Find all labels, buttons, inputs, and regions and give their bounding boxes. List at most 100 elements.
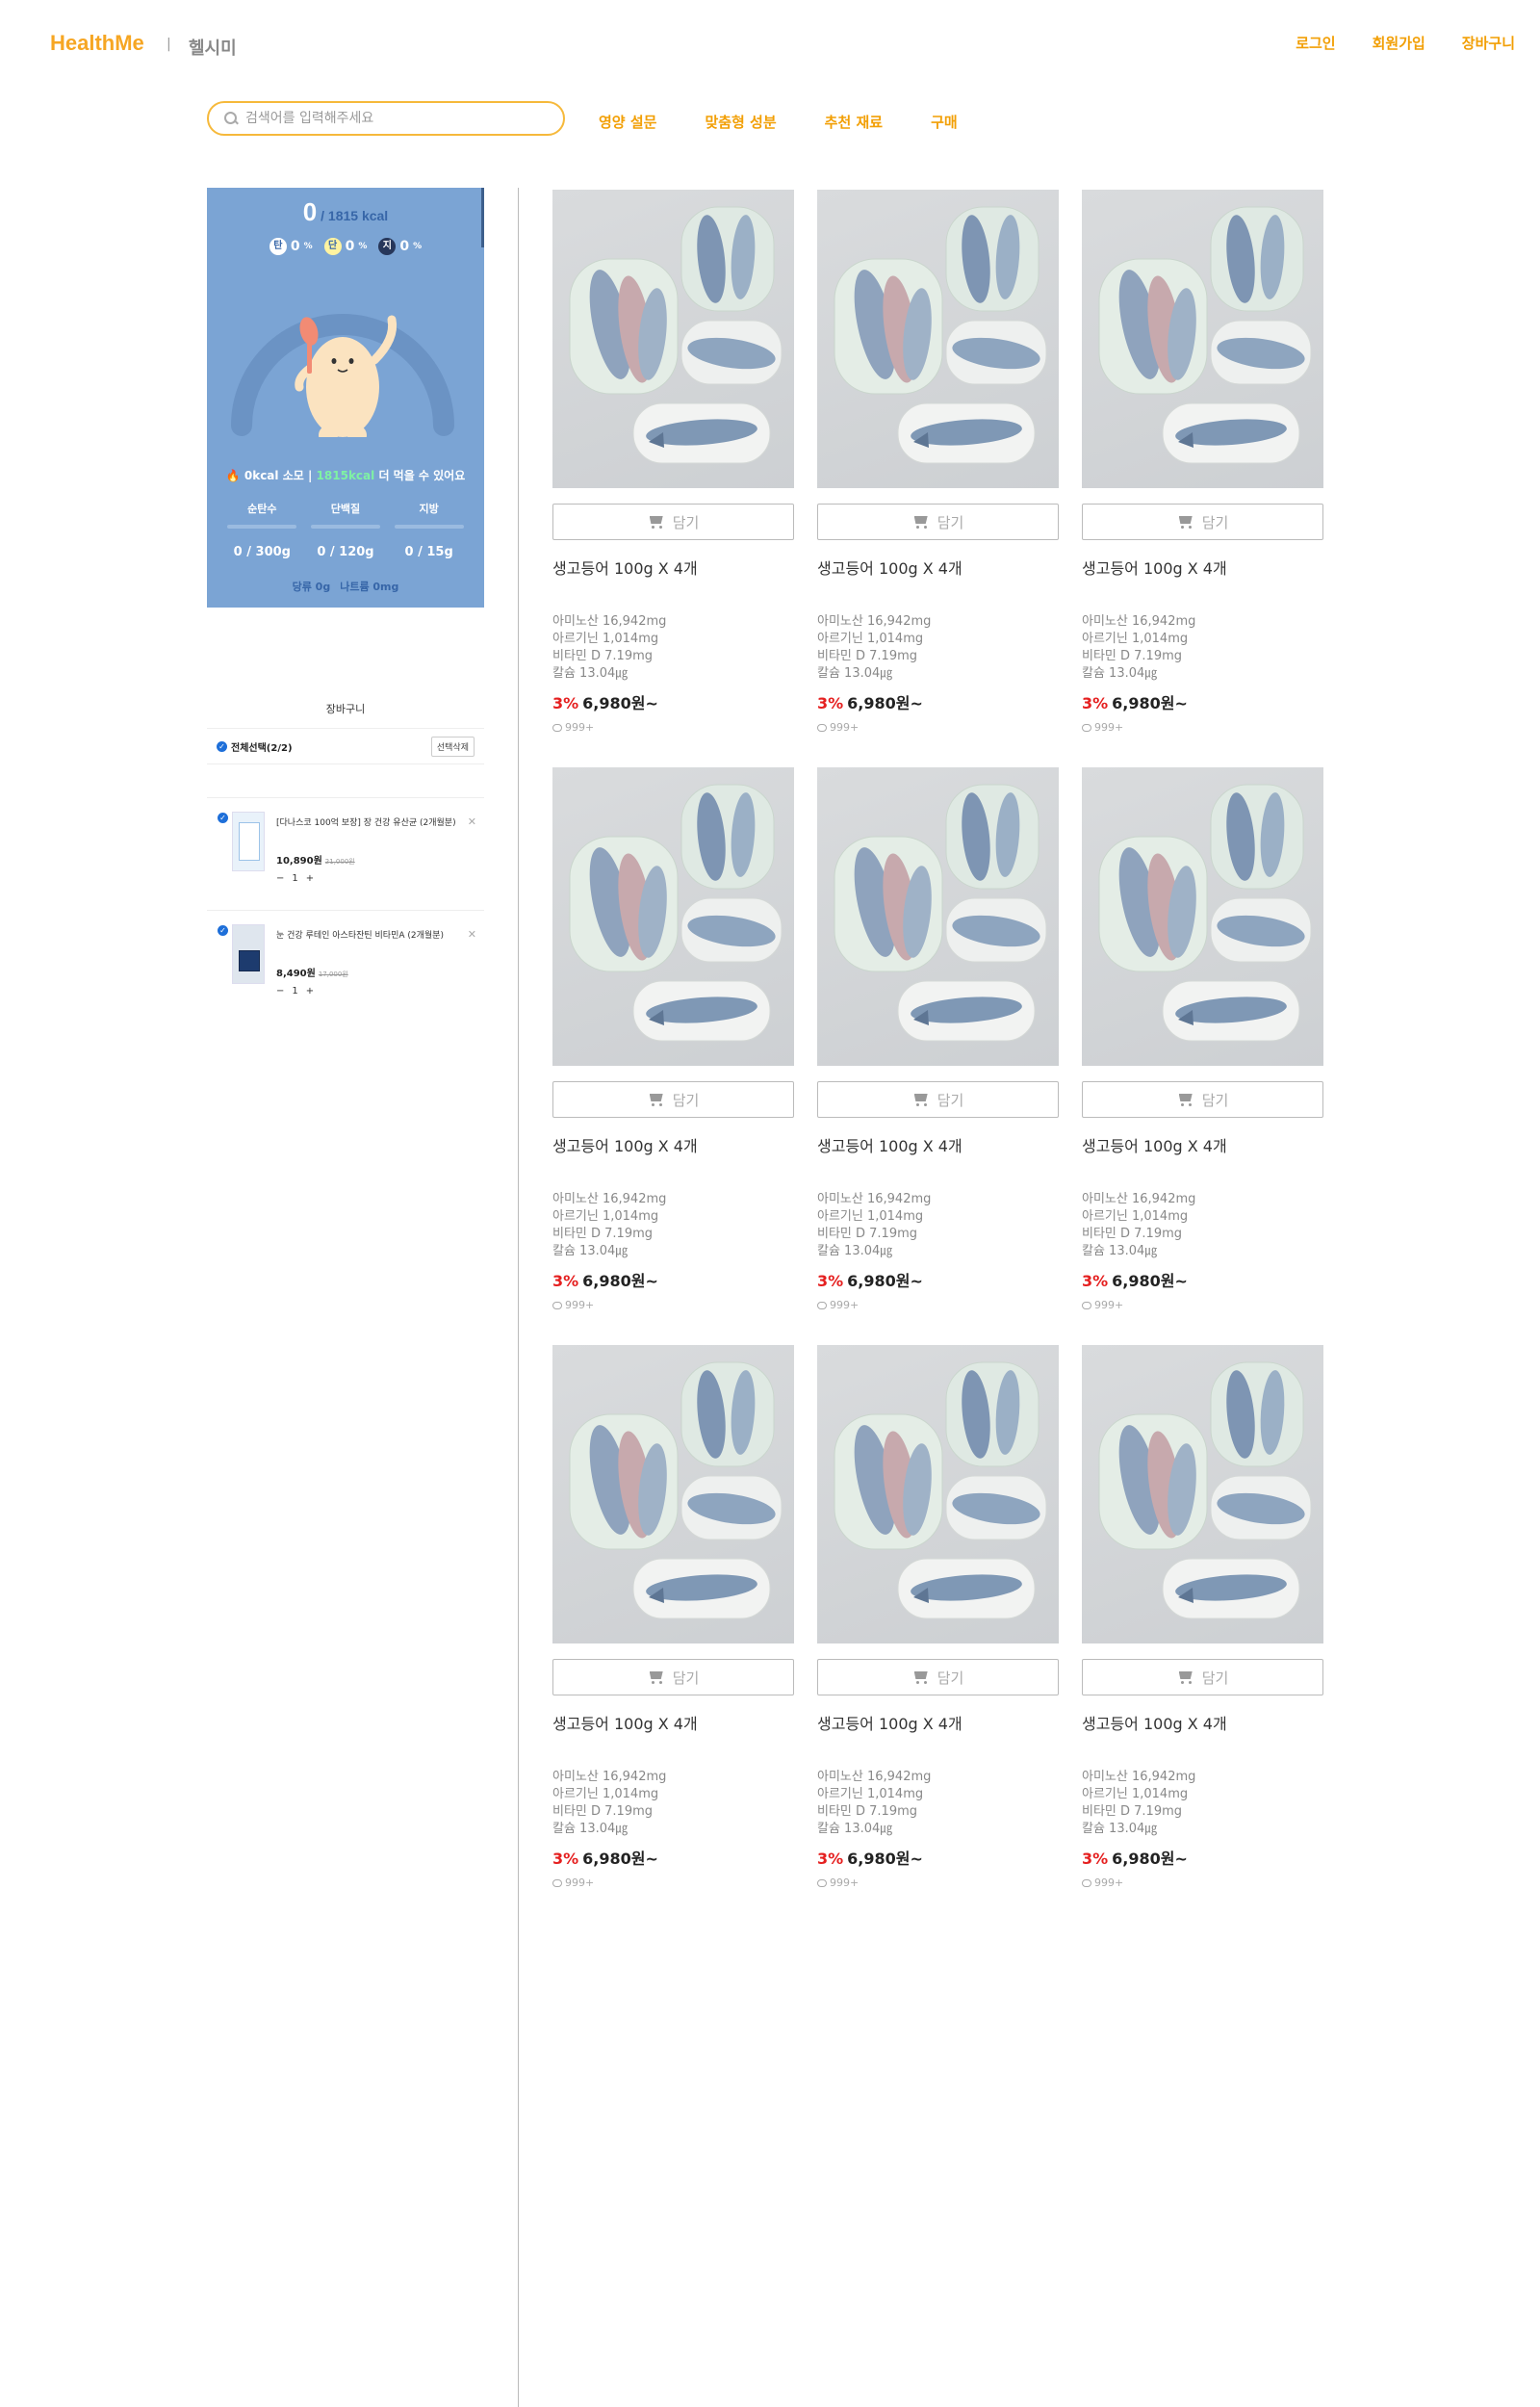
search-bar[interactable] bbox=[207, 101, 565, 136]
cart-link[interactable]: 장바구니 bbox=[1462, 33, 1515, 53]
check-icon: ✓ bbox=[217, 740, 227, 752]
mackerel-photo bbox=[1098, 1361, 1312, 1619]
price-value: 6,980원~ bbox=[1112, 1272, 1188, 1290]
review-count[interactable]: 999+ bbox=[817, 1299, 859, 1311]
comment-icon bbox=[817, 1878, 827, 1887]
review-count-value: 999+ bbox=[1094, 1299, 1124, 1311]
logo[interactable]: HealthMe bbox=[50, 31, 144, 56]
price-value: 6,980원~ bbox=[847, 1850, 923, 1868]
nutrient-line: 아미노산 16,942mg bbox=[1082, 614, 1196, 629]
review-count[interactable]: 999+ bbox=[552, 721, 594, 734]
review-count[interactable]: 999+ bbox=[552, 1876, 594, 1889]
signup-link[interactable]: 회원가입 bbox=[1373, 33, 1425, 53]
product-image[interactable] bbox=[552, 1345, 794, 1643]
product-image[interactable] bbox=[552, 190, 794, 488]
product-title[interactable]: 생고등어 100g X 4개 bbox=[552, 1133, 698, 1156]
product-title[interactable]: 생고등어 100g X 4개 bbox=[817, 1711, 962, 1734]
carb-ratio-value: 0 bbox=[290, 239, 300, 254]
product-image[interactable] bbox=[1082, 1345, 1323, 1643]
add-to-cart-button[interactable]: 담기 bbox=[1082, 504, 1323, 540]
increase-button[interactable]: + bbox=[306, 986, 314, 996]
increase-button[interactable]: + bbox=[306, 873, 314, 884]
add-to-cart-label: 담기 bbox=[672, 1669, 700, 1687]
search-input[interactable] bbox=[245, 111, 534, 126]
product-image[interactable] bbox=[817, 190, 1059, 488]
comment-icon bbox=[817, 723, 827, 732]
nav-custom-ingredients[interactable]: 맞춤형 성분 bbox=[705, 112, 776, 132]
product-price: 3% 6,980원~ bbox=[1082, 690, 1188, 713]
decrease-button[interactable]: − bbox=[276, 873, 284, 884]
cart-item-price-value: 10,890원 bbox=[276, 856, 322, 867]
item-checkbox[interactable]: ✓ bbox=[218, 925, 228, 936]
select-all-checkbox[interactable]: ✓ 전체선택(2/2) bbox=[217, 739, 293, 754]
product-image[interactable] bbox=[1082, 190, 1323, 488]
burned-kcal: 0kcal 소모 bbox=[244, 469, 304, 482]
add-to-cart-button[interactable]: 담기 bbox=[1082, 1081, 1323, 1118]
remove-item-icon[interactable]: ✕ bbox=[468, 815, 476, 828]
nutrient-line: 비타민 D 7.19mg bbox=[1082, 1227, 1183, 1241]
logo-korean[interactable]: 헬시미 bbox=[189, 35, 237, 60]
review-count[interactable]: 999+ bbox=[817, 1876, 859, 1889]
decrease-button[interactable]: − bbox=[276, 986, 284, 996]
nutrient-line: 칼슘 13.04㎍ bbox=[552, 666, 629, 681]
nav-nutrition-survey[interactable]: 영양 설문 bbox=[599, 112, 656, 132]
nutrient-line: 아미노산 16,942mg bbox=[1082, 1192, 1196, 1206]
cart-item-name[interactable]: 눈 건강 루테인 아스타잔틴 비타민A (2개월분) bbox=[276, 928, 459, 941]
mackerel-photo bbox=[1098, 206, 1312, 464]
nutrient-line: 비타민 D 7.19mg bbox=[1082, 649, 1183, 663]
item-checkbox[interactable]: ✓ bbox=[218, 813, 228, 823]
macro-value: 0 / 300g bbox=[233, 545, 291, 559]
cart-icon bbox=[1177, 1093, 1194, 1106]
product-nutrients: 아미노산 16,942mg 아르기닌 1,014mg 비타민 D 7.19mg … bbox=[817, 613, 931, 683]
review-count[interactable]: 999+ bbox=[817, 721, 859, 734]
add-to-cart-button[interactable]: 담기 bbox=[817, 504, 1059, 540]
product-price: 3% 6,980원~ bbox=[552, 1846, 658, 1869]
macro-value: 0 / 120g bbox=[317, 545, 374, 559]
nav-purchase[interactable]: 구매 bbox=[931, 112, 958, 132]
product-thumbnail[interactable] bbox=[232, 812, 265, 871]
product-image[interactable] bbox=[552, 767, 794, 1066]
review-count[interactable]: 999+ bbox=[1082, 1299, 1123, 1311]
macro-label: 지방 bbox=[419, 503, 439, 515]
product-title[interactable]: 생고등어 100g X 4개 bbox=[1082, 1711, 1227, 1734]
delete-selected-button[interactable]: 선택삭제 bbox=[430, 736, 475, 757]
add-to-cart-label: 담기 bbox=[937, 1091, 964, 1109]
comment-icon bbox=[552, 1878, 562, 1887]
comment-icon bbox=[1082, 723, 1091, 732]
protein-badge: 단 bbox=[323, 238, 342, 255]
mackerel-photo bbox=[1098, 784, 1312, 1042]
cart-icon bbox=[1177, 515, 1194, 529]
product-title[interactable]: 생고등어 100g X 4개 bbox=[817, 1133, 962, 1156]
macro-bar bbox=[227, 525, 297, 529]
add-to-cart-button[interactable]: 담기 bbox=[552, 1659, 794, 1695]
cart-icon bbox=[912, 1093, 930, 1106]
product-thumbnail[interactable] bbox=[232, 924, 265, 984]
cart-icon bbox=[912, 515, 930, 529]
product-title[interactable]: 생고등어 100g X 4개 bbox=[552, 1711, 698, 1734]
remove-item-icon[interactable]: ✕ bbox=[468, 928, 476, 941]
review-count[interactable]: 999+ bbox=[1082, 1876, 1123, 1889]
add-to-cart-button[interactable]: 담기 bbox=[1082, 1659, 1323, 1695]
nutrient-line: 아르기닌 1,014mg bbox=[1082, 1209, 1189, 1224]
main-nav: 영양 설문 맞춤형 성분 추천 재료 구매 bbox=[599, 112, 958, 132]
cart-item: ✓ [다나스코 100억 보장] 장 건강 유산균 (2개월분) ✕ 10,89… bbox=[207, 797, 484, 903]
nutrient-line: 칼슘 13.04㎍ bbox=[1082, 1244, 1158, 1258]
add-to-cart-button[interactable]: 담기 bbox=[552, 504, 794, 540]
product-title[interactable]: 생고등어 100g X 4개 bbox=[1082, 1133, 1227, 1156]
add-to-cart-button[interactable]: 담기 bbox=[817, 1081, 1059, 1118]
add-to-cart-button[interactable]: 담기 bbox=[817, 1659, 1059, 1695]
add-to-cart-button[interactable]: 담기 bbox=[552, 1081, 794, 1118]
product-title[interactable]: 생고등어 100g X 4개 bbox=[1082, 556, 1227, 579]
product-nutrients: 아미노산 16,942mg 아르기닌 1,014mg 비타민 D 7.19mg … bbox=[552, 1191, 666, 1260]
product-image[interactable] bbox=[817, 1345, 1059, 1643]
product-title[interactable]: 생고등어 100g X 4개 bbox=[817, 556, 962, 579]
nav-recommended-foods[interactable]: 추천 재료 bbox=[825, 112, 883, 132]
mackerel-photo bbox=[569, 1361, 783, 1619]
login-link[interactable]: 로그인 bbox=[1296, 33, 1335, 53]
review-count[interactable]: 999+ bbox=[1082, 721, 1123, 734]
review-count[interactable]: 999+ bbox=[552, 1299, 594, 1311]
cart-item-name[interactable]: [다나스코 100억 보장] 장 건강 유산균 (2개월분) bbox=[276, 815, 459, 828]
product-image[interactable] bbox=[1082, 767, 1323, 1066]
product-title[interactable]: 생고등어 100g X 4개 bbox=[552, 556, 698, 579]
product-image[interactable] bbox=[817, 767, 1059, 1066]
